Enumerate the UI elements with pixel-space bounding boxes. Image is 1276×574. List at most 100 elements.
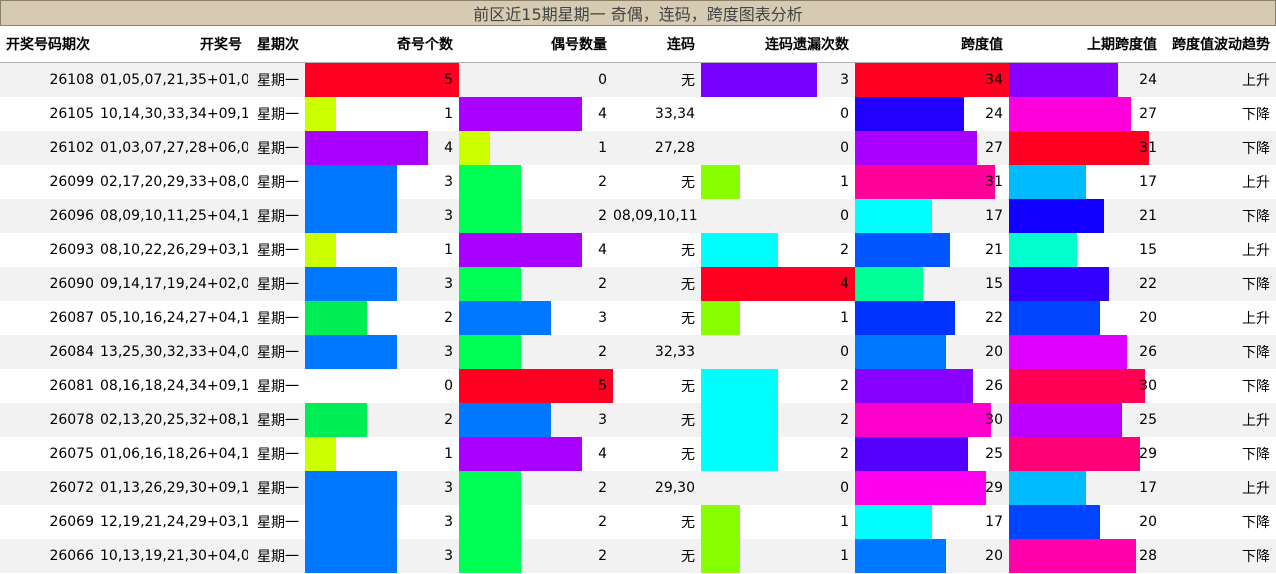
span-value: 17 <box>985 514 1003 530</box>
odd-count-value: 3 <box>444 514 453 530</box>
numbers-cell: 09,14,17,19,24+02,09 <box>100 267 248 301</box>
numbers-cell: 08,16,18,24,34+09,12 <box>100 378 248 394</box>
weekday-cell: 星期一 <box>257 379 299 395</box>
consecutive-miss-value: 1 <box>840 310 849 326</box>
weekday-cell: 星期一 <box>248 267 305 301</box>
even-count-cell: 2 <box>459 165 613 199</box>
prev-span-cell: 17 <box>1009 471 1163 505</box>
prev-span-cell: 22 <box>1009 267 1163 301</box>
span-cell: 22 <box>855 301 1009 335</box>
span-trend-cell: 下降 <box>1242 447 1270 463</box>
header-issue[interactable]: 开奖号码期次 <box>0 26 100 63</box>
table-row: 26066 10,13,19,21,30+04,05 星期一 3 2 无 1 20 28 下降 <box>0 539 1276 573</box>
weekday-cell: 星期一 <box>257 107 299 123</box>
odd-count-value: 3 <box>444 480 453 496</box>
odd-count-cell: 1 <box>305 437 459 471</box>
even-count-value: 4 <box>598 106 607 122</box>
span-cell: 29 <box>855 471 1009 505</box>
span-trend-cell: 下降 <box>1242 515 1270 531</box>
odd-count-value: 3 <box>444 344 453 360</box>
table-row: 26069 12,19,21,24,29+03,10 星期一 3 2 无 1 17 20 下降 <box>0 505 1276 539</box>
weekday-cell: 星期一 <box>248 131 305 165</box>
issue-cell: 26075 <box>49 446 94 462</box>
header-span[interactable]: 跨度值 <box>855 26 1009 63</box>
even-count-cell: 3 <box>459 301 613 335</box>
prev-span-cell: 29 <box>1009 437 1163 471</box>
odd-count-cell: 1 <box>305 97 459 131</box>
prev-span-cell: 27 <box>1009 97 1163 131</box>
weekday-cell: 星期一 <box>257 447 299 463</box>
consecutive-miss-cell: 3 <box>701 62 855 97</box>
prev-span-cell: 20 <box>1009 301 1163 335</box>
span-trend-cell: 下降 <box>1242 379 1270 395</box>
odd-count-value: 1 <box>444 242 453 258</box>
span-value: 26 <box>985 378 1003 394</box>
span-cell: 26 <box>855 369 1009 403</box>
prev-span-value: 17 <box>1139 480 1157 496</box>
consecutive-cell: 32,33 <box>613 335 701 369</box>
span-cell: 25 <box>855 437 1009 471</box>
span-value: 15 <box>985 276 1003 292</box>
issue-cell: 26108 <box>0 62 100 97</box>
header-weekday[interactable]: 星期次 <box>248 26 305 63</box>
consecutive-cell: 08,09,10,11 <box>613 199 701 233</box>
table-row: 26105 10,14,30,33,34+09,12 星期一 1 4 33,34 0 24 27… <box>0 97 1276 131</box>
header-consecutive[interactable]: 连码 <box>613 26 701 63</box>
consecutive-cell: 29,30 <box>613 471 701 505</box>
weekday-cell: 星期一 <box>248 403 305 437</box>
numbers-cell: 10,14,30,33,34+09,12 <box>100 106 248 122</box>
weekday-cell: 星期一 <box>248 62 305 97</box>
consecutive-miss-value: 3 <box>840 72 849 88</box>
consecutive-miss-cell: 1 <box>701 539 855 573</box>
span-trend-cell: 下降 <box>1163 267 1276 301</box>
header-prev-span[interactable]: 上期跨度值 <box>1009 26 1163 63</box>
odd-count-value: 3 <box>444 174 453 190</box>
odd-count-value: 3 <box>444 548 453 564</box>
span-value: 22 <box>985 310 1003 326</box>
even-count-cell: 4 <box>459 97 613 131</box>
consecutive-miss-cell: 1 <box>701 301 855 335</box>
consecutive-miss-cell: 2 <box>701 369 855 403</box>
weekday-cell: 星期一 <box>257 311 299 327</box>
odd-count-value: 2 <box>444 412 453 428</box>
even-count-cell: 2 <box>459 471 613 505</box>
consecutive-cell: 无 <box>681 447 695 463</box>
odd-count-value: 1 <box>444 446 453 462</box>
span-cell: 24 <box>855 97 1009 131</box>
consecutive-cell: 27,28 <box>613 131 701 165</box>
issue-cell: 26099 <box>49 174 94 190</box>
consecutive-cell: 33,34 <box>654 106 695 122</box>
prev-span-cell: 15 <box>1009 233 1163 267</box>
even-count-value: 2 <box>598 174 607 190</box>
header-even-count[interactable]: 偶号数量 <box>459 26 613 63</box>
prev-span-value: 21 <box>1139 208 1157 224</box>
header-numbers[interactable]: 开奖号 <box>100 26 248 63</box>
header-span-trend[interactable]: 跨度值波动趋势 <box>1163 26 1276 63</box>
even-count-cell: 5 <box>459 369 613 403</box>
even-count-value: 2 <box>598 548 607 564</box>
span-trend-cell: 上升 <box>1163 62 1276 97</box>
header-consecutive-miss[interactable]: 连码遗漏次数 <box>701 26 855 63</box>
span-trend-cell: 下降 <box>1163 131 1276 165</box>
consecutive-miss-value: 1 <box>840 548 849 564</box>
issue-cell: 26084 <box>0 335 100 369</box>
even-count-value: 3 <box>598 412 607 428</box>
consecutive-miss-cell: 0 <box>701 471 855 505</box>
prev-span-value: 31 <box>1139 140 1157 156</box>
consecutive-miss-value: 2 <box>840 446 849 462</box>
span-value: 29 <box>985 480 1003 496</box>
span-value: 20 <box>985 344 1003 360</box>
table-row: 26102 01,03,07,27,28+06,07 星期一 4 1 27,28 0 27 31… <box>0 131 1276 165</box>
span-value: 27 <box>985 140 1003 156</box>
table-row: 26078 02,13,20,25,32+08,11 星期一 2 3 无 2 30 25 上升 <box>0 403 1276 437</box>
table-row: 26075 01,06,16,18,26+04,10 星期一 1 4 无 2 25 29 下降 <box>0 437 1276 471</box>
even-count-value: 3 <box>598 310 607 326</box>
odd-count-cell: 4 <box>305 131 459 165</box>
table-row: 26087 05,10,16,24,27+04,10 星期一 2 3 无 1 22 20 上升 <box>0 301 1276 335</box>
odd-count-cell: 3 <box>305 471 459 505</box>
consecutive-miss-value: 0 <box>840 208 849 224</box>
header-odd-count[interactable]: 奇号个数 <box>305 26 459 63</box>
prev-span-cell: 20 <box>1009 505 1163 539</box>
consecutive-miss-cell: 0 <box>701 97 855 131</box>
span-trend-cell: 上升 <box>1163 403 1276 437</box>
